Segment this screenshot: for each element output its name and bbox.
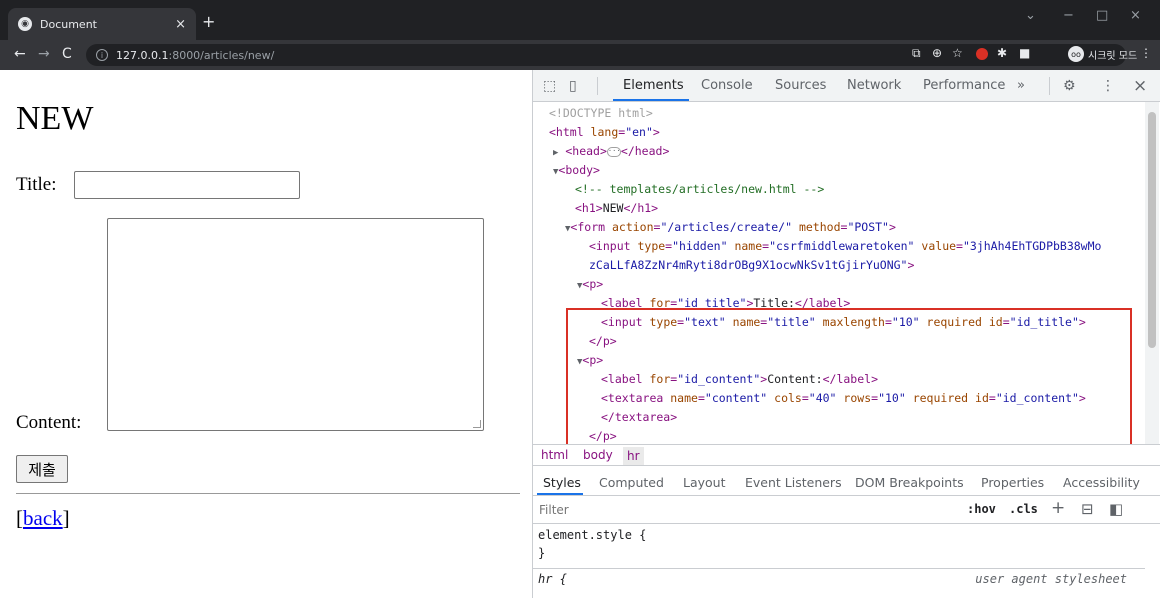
device-toolbar-icon[interactable]: ▯ <box>569 78 577 94</box>
back-icon[interactable]: ← <box>14 46 26 62</box>
url-host: 127.0.0.1 <box>116 48 169 62</box>
inspect-element-icon[interactable]: ⬚ <box>543 78 556 94</box>
dom-node-html[interactable]: <html lang="en"> <box>549 123 660 142</box>
horizontal-rule <box>16 493 520 494</box>
separator <box>1049 77 1050 95</box>
dom-node-h1[interactable]: <h1>NEW</h1> <box>575 199 658 218</box>
tab-sources[interactable]: Sources <box>775 78 826 93</box>
extension-icon[interactable] <box>976 48 988 60</box>
star-icon[interactable]: ☆ <box>952 46 963 60</box>
styles-pane: element.style { } hr { user agent styles… <box>533 524 1145 598</box>
kebab-menu-icon[interactable]: ⋮ <box>1101 78 1115 94</box>
browser-tab[interactable]: ◉ Document × <box>8 8 196 40</box>
globe-icon: ◉ <box>18 17 32 31</box>
dom-node-comment[interactable]: <!-- templates/articles/new.html --> <box>575 180 824 199</box>
highlight-box <box>566 308 1132 444</box>
hr-rule[interactable]: hr { <box>538 572 567 586</box>
tab-computed[interactable]: Computed <box>599 475 664 490</box>
dom-tree: <!DOCTYPE html> <html lang="en"> ▶ <head… <box>533 102 1145 444</box>
tab-strip: ◉ Document × + ⌄ − □ × <box>0 0 1160 40</box>
filter-input[interactable] <box>535 499 945 521</box>
paint-brush-icon[interactable]: ⊟ <box>1081 500 1094 518</box>
devtools-tabbar: ⬚ ▯ Elements Console Sources Network Per… <box>533 70 1160 102</box>
page-heading: NEW <box>16 100 94 137</box>
devtools-panel: ⬚ ▯ Elements Console Sources Network Per… <box>532 70 1160 598</box>
content-textarea[interactable] <box>107 218 484 431</box>
forward-icon[interactable]: → <box>38 46 50 62</box>
tab-search-icon[interactable]: ⌄ <box>1025 8 1036 23</box>
tab-elements[interactable]: Elements <box>623 78 684 93</box>
tab-console[interactable]: Console <box>701 78 753 93</box>
hov-button[interactable]: :hov <box>967 502 996 516</box>
dom-node-form[interactable]: ▼<form action="/articles/create/" method… <box>565 218 896 239</box>
window-close-button[interactable]: × <box>1130 8 1141 23</box>
new-rule-icon[interactable]: + <box>1051 498 1065 518</box>
reload-icon[interactable]: C <box>62 46 72 62</box>
menu-icon[interactable]: ⋮ <box>1140 46 1152 60</box>
address-bar[interactable]: i 127.0.0.1 :8000/articles/new/ <box>86 44 1126 66</box>
element-style-rule[interactable]: element.style { <box>538 528 646 542</box>
bracket-open: [ <box>16 506 23 530</box>
content-label: Content: <box>16 412 82 433</box>
styles-tabbar: Styles Computed Layout Event Listeners D… <box>533 468 1160 496</box>
breadcrumb: html body hr <box>533 444 1160 466</box>
scrollbar-thumb[interactable] <box>1148 112 1156 348</box>
resize-handle-icon[interactable] <box>473 420 481 428</box>
tab-accessibility[interactable]: Accessibility <box>1063 475 1140 490</box>
tab-properties[interactable]: Properties <box>981 475 1044 490</box>
active-tab-indicator <box>537 493 583 495</box>
submit-button[interactable]: 제출 <box>16 455 68 483</box>
zoom-icon[interactable]: ⊕ <box>932 46 942 60</box>
sidepanel-icon[interactable]: ■ <box>1019 46 1030 60</box>
url-path: :8000/articles/new/ <box>168 48 275 62</box>
translate-icon[interactable]: ⧉ <box>912 46 921 61</box>
separator <box>597 77 598 95</box>
back-link-wrapper: [back] <box>16 506 70 531</box>
ellipsis-icon: ··· <box>606 146 621 157</box>
filter-bar: :hov .cls + ⊟ ◧ <box>533 496 1160 524</box>
sidebar-toggle-icon[interactable]: ◧ <box>1109 500 1123 518</box>
tab-close-icon[interactable]: × <box>175 17 186 32</box>
back-link[interactable]: back <box>23 506 63 530</box>
minimize-button[interactable]: − <box>1063 8 1074 23</box>
tab-network[interactable]: Network <box>847 78 901 93</box>
active-tab-indicator <box>613 99 689 101</box>
dom-node-csrf-input[interactable]: <input type="hidden" name="csrfmiddlewar… <box>589 237 1101 256</box>
expand-triangle-icon: ▶ <box>553 148 559 158</box>
browser-toolbar: ← → C i 127.0.0.1 :8000/articles/new/ ⧉ … <box>0 40 1160 70</box>
more-tabs-icon[interactable]: » <box>1017 78 1025 93</box>
rule-divider <box>533 568 1145 569</box>
info-icon[interactable]: i <box>96 49 108 61</box>
rule-close-brace: } <box>538 546 546 560</box>
breadcrumb-body[interactable]: body <box>583 448 613 462</box>
page-viewport: NEW Title: Content: 제출 [back] <box>0 70 532 598</box>
user-agent-stylesheet-label: user agent stylesheet <box>975 572 1127 586</box>
tab-styles[interactable]: Styles <box>543 475 581 490</box>
tab-title: Document <box>40 17 97 31</box>
incognito-indicator[interactable]: oo 시크릿 모드 <box>1068 44 1137 64</box>
dom-scrollbar[interactable] <box>1145 102 1159 444</box>
maximize-button[interactable]: □ <box>1096 8 1108 23</box>
tab-event-listeners[interactable]: Event Listeners <box>745 475 842 490</box>
title-label: Title: <box>16 174 57 195</box>
close-devtools-icon[interactable]: × <box>1133 76 1147 96</box>
tab-layout[interactable]: Layout <box>683 475 726 490</box>
title-input[interactable] <box>74 171 300 199</box>
breadcrumb-hr[interactable]: hr <box>623 447 644 465</box>
breadcrumb-html[interactable]: html <box>541 448 568 462</box>
dom-node-doctype[interactable]: <!DOCTYPE html> <box>549 104 653 123</box>
tab-dom-breakpoints[interactable]: DOM Breakpoints <box>855 475 964 490</box>
dom-node-body[interactable]: ▼<body> <box>553 161 600 182</box>
incognito-label: 시크릿 모드 <box>1088 50 1138 62</box>
puzzle-icon[interactable]: ✱ <box>997 46 1007 60</box>
cls-button[interactable]: .cls <box>1009 502 1038 516</box>
dom-node-head[interactable]: ▶ <head>···</head> <box>553 142 669 163</box>
dom-node-csrf-input-cont[interactable]: zCaLLfA8ZzNr4mRyti8drOBg9X1ocwNkSv1tGjir… <box>589 256 914 275</box>
new-tab-button[interactable]: + <box>202 12 215 31</box>
gear-icon[interactable]: ⚙ <box>1063 78 1076 94</box>
incognito-icon: oo <box>1068 46 1084 62</box>
tab-performance[interactable]: Performance <box>923 78 1005 93</box>
dom-node-p-title[interactable]: ▼<p> <box>577 275 603 296</box>
bracket-close: ] <box>62 506 70 530</box>
